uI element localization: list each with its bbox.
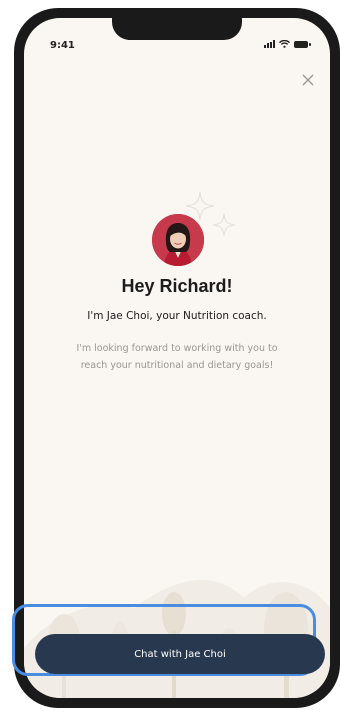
status-icons <box>264 40 311 48</box>
close-icon <box>302 74 314 86</box>
coach-intro: I'm Jae Choi, your Nutrition coach. <box>87 310 267 322</box>
chat-with-coach-button[interactable]: Chat with Jae Choi <box>35 634 325 674</box>
app-screen: 9:41 Hey Richard! I'm Jae Choi, your Nut… <box>24 18 330 698</box>
close-button[interactable] <box>298 70 318 90</box>
coach-avatar <box>152 214 204 266</box>
battery-icon <box>294 40 311 48</box>
coach-message: I'm looking forward to working with you … <box>76 343 278 371</box>
phone-notch <box>112 18 242 40</box>
greeting-heading: Hey Richard! <box>121 276 233 296</box>
wifi-icon <box>279 40 290 48</box>
signal-icon <box>264 40 275 48</box>
status-time: 9:41 <box>50 40 75 51</box>
phone-frame: 9:41 Hey Richard! I'm Jae Choi, your Nut… <box>14 8 340 708</box>
